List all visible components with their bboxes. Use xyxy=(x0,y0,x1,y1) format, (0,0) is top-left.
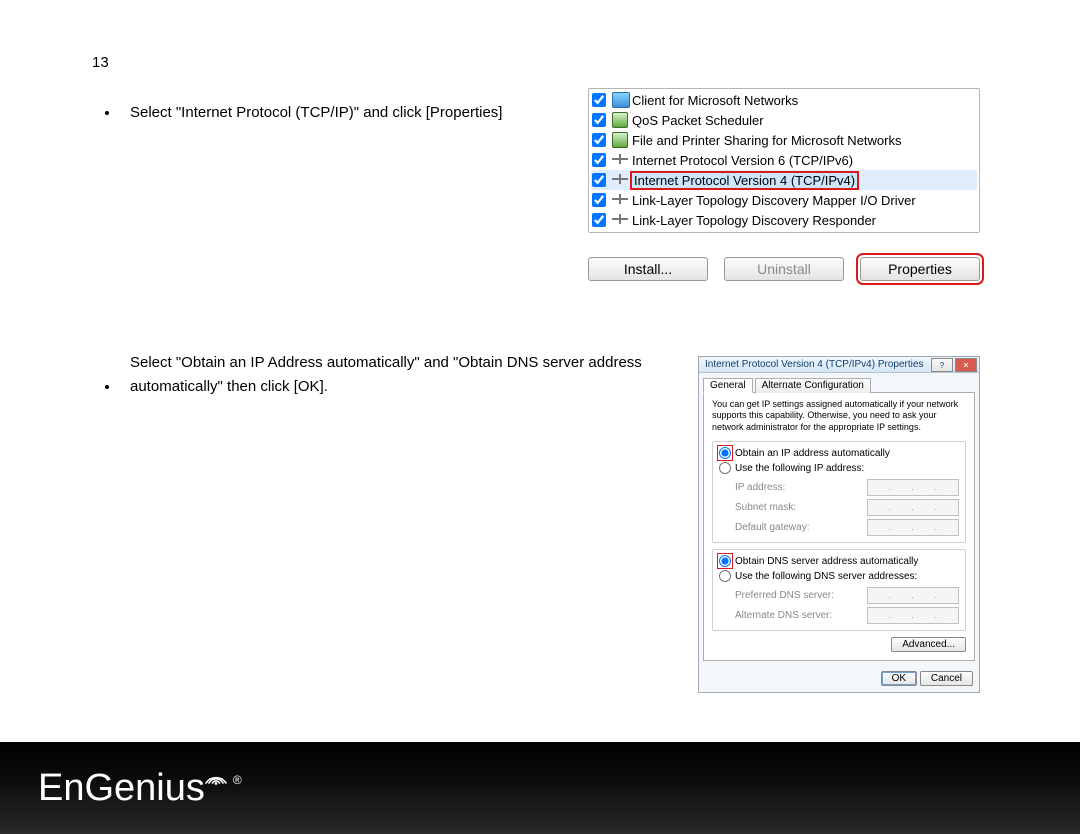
network-item-label: Client for Microsoft Networks xyxy=(632,93,798,108)
subnet-mask-label: Subnet mask: xyxy=(735,502,796,513)
service-icon xyxy=(612,112,628,128)
cancel-button[interactable]: Cancel xyxy=(920,671,973,686)
bullet-1: Select "Internet Protocol (TCP/IP)" and … xyxy=(130,104,502,121)
network-item-checkbox[interactable] xyxy=(592,153,606,167)
protocol-icon xyxy=(612,172,628,188)
dialog-title: Internet Protocol Version 4 (TCP/IPv4) P… xyxy=(705,359,923,370)
ip-address-input: ... xyxy=(867,479,959,496)
dns-group: Obtain DNS server address automatically … xyxy=(712,549,966,631)
radio-use-ip[interactable]: Use the following IP address: xyxy=(719,461,959,476)
network-item-label: Link-Layer Topology Discovery Mapper I/O… xyxy=(632,193,916,208)
network-item-6[interactable]: Link-Layer Topology Discovery Responder xyxy=(591,210,977,230)
advanced-button[interactable]: Advanced... xyxy=(891,637,966,652)
engenius-logo: EnGenius ® xyxy=(38,767,240,810)
network-item-label: File and Printer Sharing for Microsoft N… xyxy=(632,133,901,148)
tab-alternate-configuration[interactable]: Alternate Configuration xyxy=(755,378,871,393)
radio-obtain-dns-auto[interactable]: Obtain DNS server address automatically xyxy=(719,554,959,569)
network-item-label: Internet Protocol Version 6 (TCP/IPv6) xyxy=(632,153,853,168)
preferred-dns-label: Preferred DNS server: xyxy=(735,590,834,601)
protocol-icon xyxy=(612,152,628,168)
bullet-2: Select "Obtain an IP Address automatical… xyxy=(130,351,660,399)
install-button[interactable]: Install... xyxy=(588,257,708,281)
network-item-label: QoS Packet Scheduler xyxy=(632,113,764,128)
ip-group: Obtain an IP address automatically Use t… xyxy=(712,441,966,543)
page-number: 13 xyxy=(92,54,1000,71)
network-item-0[interactable]: Client for Microsoft Networks xyxy=(591,90,977,110)
network-items-listbox[interactable]: Client for Microsoft Networks QoS Packet … xyxy=(588,88,980,233)
default-gateway-label: Default gateway: xyxy=(735,522,810,533)
window-controls: ? ✕ xyxy=(929,358,977,371)
network-item-4[interactable]: Internet Protocol Version 4 (TCP/IPv4) xyxy=(591,170,977,190)
network-item-5[interactable]: Link-Layer Topology Discovery Mapper I/O… xyxy=(591,190,977,210)
radio-use-dns[interactable]: Use the following DNS server addresses: xyxy=(719,569,959,584)
ok-button[interactable]: OK xyxy=(881,671,917,686)
subnet-mask-input: ... xyxy=(867,499,959,516)
network-item-1[interactable]: QoS Packet Scheduler xyxy=(591,110,977,130)
network-item-checkbox[interactable] xyxy=(592,213,606,227)
tab-general[interactable]: General xyxy=(703,378,753,393)
preferred-dns-input: ... xyxy=(867,587,959,604)
protocol-icon xyxy=(612,212,628,228)
alternate-dns-label: Alternate DNS server: xyxy=(735,610,832,621)
network-item-checkbox[interactable] xyxy=(592,93,606,107)
client-icon xyxy=(612,92,628,108)
close-icon[interactable]: ✕ xyxy=(955,358,977,372)
wifi-icon xyxy=(203,753,229,796)
network-item-checkbox[interactable] xyxy=(592,133,606,147)
network-item-checkbox[interactable] xyxy=(592,113,606,127)
network-item-2[interactable]: File and Printer Sharing for Microsoft N… xyxy=(591,130,977,150)
protocol-icon xyxy=(612,192,628,208)
alternate-dns-input: ... xyxy=(867,607,959,624)
brand-footer: EnGenius ® xyxy=(0,742,1080,834)
network-item-label: Link-Layer Topology Discovery Responder xyxy=(632,213,876,228)
properties-button[interactable]: Properties xyxy=(860,257,980,281)
default-gateway-input: ... xyxy=(867,519,959,536)
ip-address-label: IP address: xyxy=(735,482,785,493)
uninstall-button: Uninstall xyxy=(724,257,844,281)
network-item-label: Internet Protocol Version 4 (TCP/IPv4) xyxy=(632,173,857,188)
help-icon[interactable]: ? xyxy=(931,358,953,372)
radio-obtain-ip-auto[interactable]: Obtain an IP address automatically xyxy=(719,446,959,461)
network-items-panel: Client for Microsoft Networks QoS Packet … xyxy=(588,88,980,281)
network-item-checkbox[interactable] xyxy=(592,173,606,187)
network-item-checkbox[interactable] xyxy=(592,193,606,207)
service-icon xyxy=(612,132,628,148)
tcpip-properties-dialog: Internet Protocol Version 4 (TCP/IPv4) P… xyxy=(698,356,980,693)
network-item-3[interactable]: Internet Protocol Version 6 (TCP/IPv6) xyxy=(591,150,977,170)
settings-description: You can get IP settings assigned automat… xyxy=(712,399,966,433)
